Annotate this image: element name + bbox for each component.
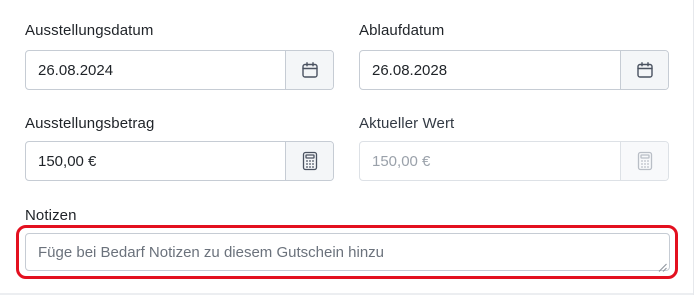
voucher-form: Ausstellungsdatum 26.08.2024 Ablaufdatum…	[0, 0, 694, 295]
current-value-field: 150,00 €	[359, 141, 669, 181]
issue-date-calendar-button[interactable]	[285, 51, 333, 89]
notes-label: Notizen	[25, 207, 77, 224]
calculator-icon	[302, 151, 318, 171]
expiry-date-label: Ablaufdatum	[359, 22, 445, 39]
calendar-icon	[301, 61, 319, 79]
issue-amount-calculator-button[interactable]	[285, 142, 333, 180]
notes-textarea[interactable]: Füge bei Bedarf Notizen zu diesem Gutsch…	[25, 233, 670, 272]
issue-amount-label: Ausstellungsbetrag	[25, 115, 155, 132]
current-value-input: 150,00 €	[372, 152, 431, 170]
issue-date-input[interactable]: 26.08.2024	[26, 51, 285, 89]
expiry-date-input[interactable]: 26.08.2028	[360, 51, 620, 89]
current-value-calculator-button	[620, 142, 668, 180]
issue-amount-input[interactable]: 150,00 €	[26, 142, 285, 180]
issue-date-field[interactable]: 26.08.2024	[25, 50, 334, 90]
issue-amount-field[interactable]: 150,00 €	[25, 141, 334, 181]
expiry-date-field[interactable]: 26.08.2028	[359, 50, 669, 90]
notes-placeholder: Füge bei Bedarf Notizen zu diesem Gutsch…	[38, 243, 385, 261]
expiry-date-calendar-button[interactable]	[620, 51, 668, 89]
issue-date-label: Ausstellungsdatum	[25, 22, 154, 39]
current-value-label: Aktueller Wert	[359, 115, 455, 132]
resize-handle-icon[interactable]	[658, 259, 667, 272]
calculator-icon	[637, 151, 653, 171]
calendar-icon	[636, 61, 654, 79]
